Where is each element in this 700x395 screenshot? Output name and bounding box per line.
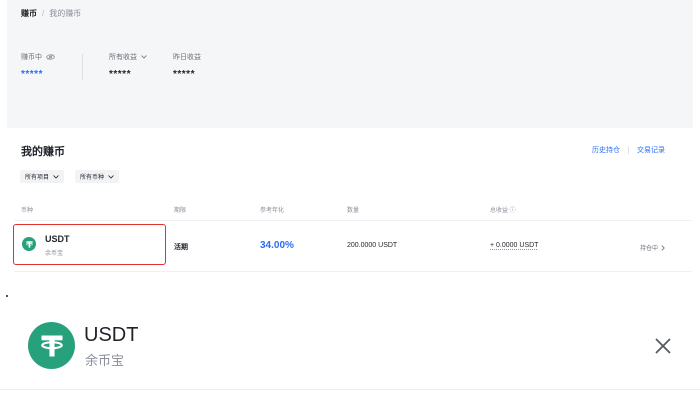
chevron-down-icon [53,174,59,179]
table-divider [14,220,692,221]
stat-all-earnings-value: ***** [109,69,131,80]
breadcrumb-current: 我的赚币 [49,9,82,18]
cell-term: 活期 [174,244,188,251]
stat-earning-value: ***** [21,69,43,80]
cell-amount: 200.0000 USDT [347,242,398,249]
close-icon[interactable] [654,337,672,355]
table-divider [14,271,692,272]
eye-off-icon[interactable] [46,54,55,60]
summary-panel: 赚币 / 我的赚币 赚币中 ***** 所有收益 ***** 昨日收益 ***** [7,0,693,128]
header-total-label: 总收益 [490,208,509,214]
stat-yesterday-value: ***** [173,69,195,80]
breadcrumb: 赚币 / 我的赚币 [21,8,81,19]
chevron-right-icon [661,244,665,251]
chevron-down-icon [141,55,147,59]
asset-name: USDT [45,234,70,244]
position-status-label: 持仓中 [640,246,659,252]
stat-yesterday: 昨日收益 ***** [173,52,201,80]
history-link[interactable]: 历史持仓 [592,145,620,155]
asset-product: 余币宝 [45,251,64,257]
chevron-down-icon [108,174,114,179]
section-title: 我的赚币 [21,146,65,158]
position-status[interactable]: 持仓中 [640,243,665,252]
currency-filter-label: 所有币种 [80,175,105,181]
stat-all-earnings: 所有收益 ***** [109,52,147,80]
header-apr: 参考年化 [260,208,285,214]
link-divider [628,146,629,154]
detail-divider [0,389,700,390]
stat-divider [82,54,83,80]
currency-filter[interactable]: 所有币种 [75,170,120,183]
header-links: 历史持仓 交易记录 [592,145,665,155]
records-link[interactable]: 交易记录 [637,145,665,155]
header-currency: 币种 [21,208,34,214]
tether-icon [22,237,36,251]
header-amount: 数量 [347,208,360,214]
stat-earning: 赚币中 ***** [21,52,55,80]
breadcrumb-separator: / [42,9,45,18]
detail-header: USDT 余币宝 [0,305,700,391]
cell-apr: 34.00% [260,240,294,251]
header-term: 期限 [174,208,187,214]
stat-earning-label: 赚币中 [21,54,42,61]
project-filter[interactable]: 所有项目 [20,170,65,183]
asset-cell[interactable]: USDT 余币宝 [13,224,166,265]
stat-all-earnings-label: 所有收益 [109,54,137,61]
project-filter-label: 所有项目 [25,175,50,181]
cell-total[interactable]: + 0.0000 USDT [490,242,538,249]
stray-mark [6,295,8,297]
header-total: 总收益 ⓘ [490,208,516,214]
detail-product: 余币宝 [85,353,125,368]
tether-icon [28,322,75,369]
stat-yesterday-label: 昨日收益 [173,54,201,61]
detail-asset-name: USDT [84,324,139,346]
all-earnings-dropdown[interactable]: 所有收益 [109,52,147,62]
breadcrumb-root[interactable]: 赚币 [21,9,37,18]
